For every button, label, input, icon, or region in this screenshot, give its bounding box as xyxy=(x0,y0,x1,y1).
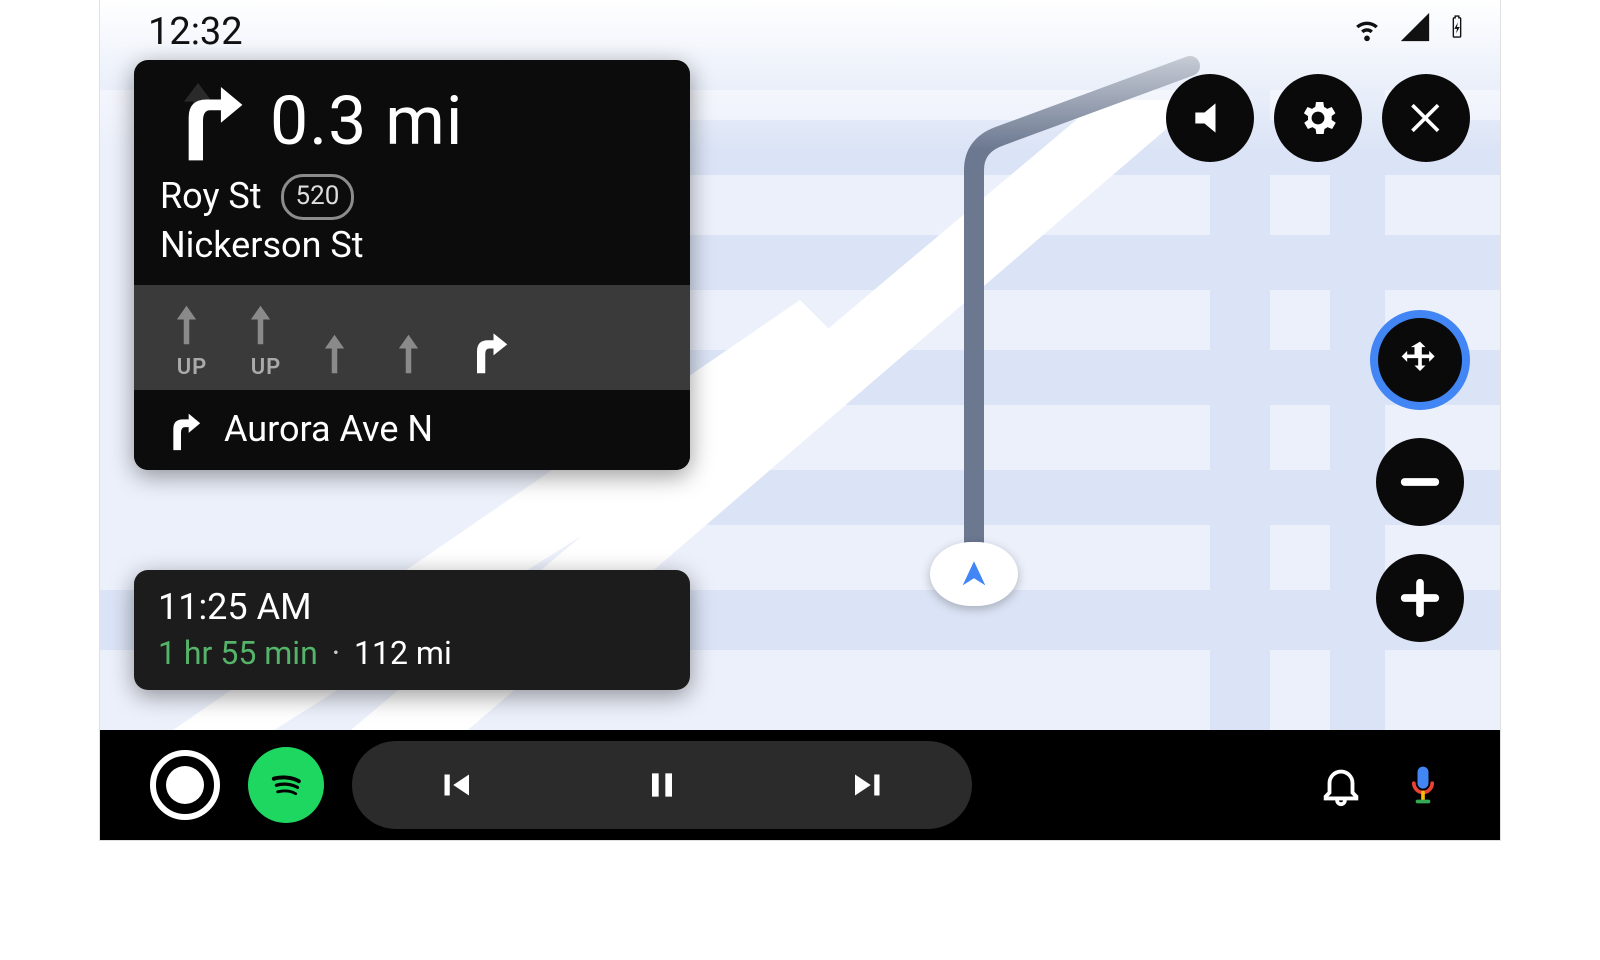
status-icons xyxy=(1350,10,1468,44)
launcher-button[interactable] xyxy=(150,750,220,820)
eta-duration: 1 hr 55 min xyxy=(158,634,318,672)
pause-button[interactable] xyxy=(612,755,712,815)
lane-label: UP xyxy=(177,355,208,380)
notifications-button[interactable] xyxy=(1314,758,1368,812)
current-location-marker xyxy=(930,542,1018,606)
lane-label: UP xyxy=(251,355,282,380)
voice-assistant-button[interactable] xyxy=(1396,758,1450,812)
gear-icon xyxy=(1296,96,1340,140)
spotify-button[interactable] xyxy=(248,747,324,823)
next-step: Aurora Ave N xyxy=(134,390,690,470)
move-icon xyxy=(1398,338,1442,382)
spotify-icon xyxy=(262,761,310,809)
microphone-icon xyxy=(1401,763,1445,807)
navigation-card: 0.3 mi Roy St 520 Nickerson St UP UP Auro… xyxy=(134,60,690,470)
zoom-in-button[interactable] xyxy=(1376,554,1464,642)
pause-icon xyxy=(642,765,682,805)
street-primary: Roy St xyxy=(160,175,262,217)
media-controls xyxy=(352,741,972,829)
battery-charging-icon xyxy=(1446,10,1468,44)
maneuver-row: 0.3 mi xyxy=(134,60,690,172)
lane-guidance: UP UP xyxy=(134,285,690,390)
eta-card[interactable]: 11:25 AM 1 hr 55 min · 112 mi xyxy=(134,570,690,690)
eta-distance: 112 mi xyxy=(354,634,452,672)
skip-previous-icon xyxy=(434,764,476,806)
street-secondary: Nickerson St xyxy=(160,221,664,270)
street-names: Roy St 520 Nickerson St xyxy=(134,172,690,285)
lane-arrow: UP xyxy=(170,299,214,380)
turn-right-small-icon xyxy=(158,406,204,452)
next-step-label: Aurora Ave N xyxy=(224,408,433,450)
wifi-icon xyxy=(1350,10,1384,44)
maneuver-distance: 0.3 mi xyxy=(270,81,463,161)
skip-next-icon xyxy=(848,764,890,806)
route-badge: 520 xyxy=(281,174,355,220)
plus-icon xyxy=(1397,575,1443,621)
settings-button[interactable] xyxy=(1274,74,1362,162)
close-button[interactable] xyxy=(1382,74,1470,162)
eta-arrival-time: 11:25 AM xyxy=(158,586,666,628)
next-track-button[interactable] xyxy=(819,755,919,815)
mute-button[interactable] xyxy=(1166,74,1254,162)
lane-arrow: UP xyxy=(244,299,288,380)
lane-arrow xyxy=(318,328,362,380)
status-time: 12:32 xyxy=(148,10,243,54)
lane-arrow xyxy=(466,328,510,380)
close-icon xyxy=(1404,96,1448,140)
eta-separator: · xyxy=(332,634,340,672)
bottom-bar xyxy=(100,730,1500,840)
previous-track-button[interactable] xyxy=(405,755,505,815)
lane-arrow xyxy=(392,328,436,380)
turn-right-icon xyxy=(160,78,246,164)
bell-icon xyxy=(1318,762,1364,808)
volume-icon xyxy=(1188,96,1232,140)
cellular-icon xyxy=(1398,10,1432,44)
pan-button[interactable] xyxy=(1370,310,1470,410)
zoom-out-button[interactable] xyxy=(1376,438,1464,526)
minus-icon xyxy=(1397,459,1443,505)
